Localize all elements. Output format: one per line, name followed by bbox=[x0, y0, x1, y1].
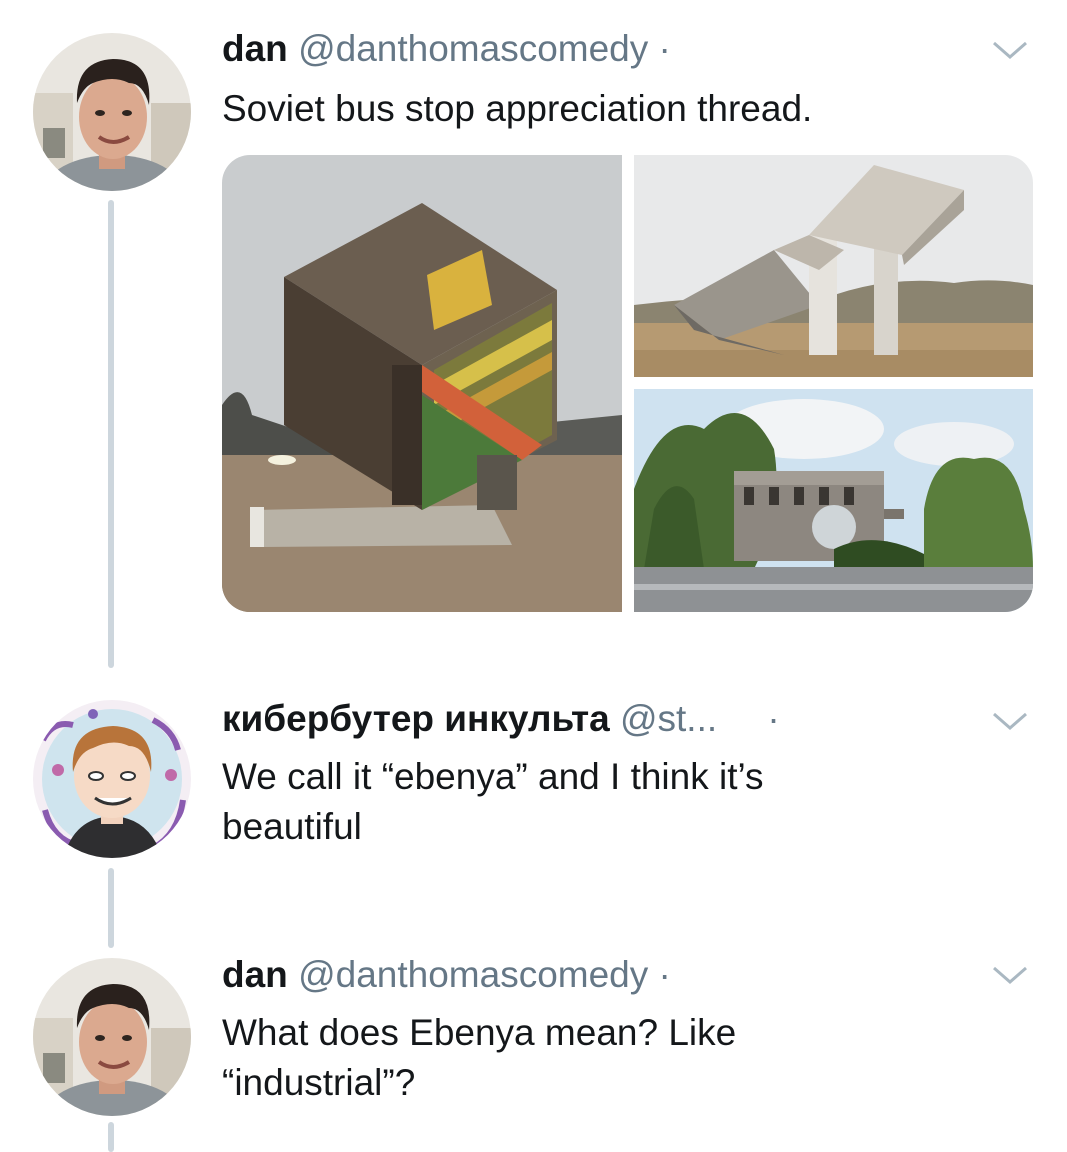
chevron-down-icon[interactable] bbox=[988, 37, 1032, 65]
tweet-header: dan @danthomascomedy · bbox=[222, 953, 671, 997]
user-handle[interactable]: @danthomascomedy bbox=[298, 954, 648, 995]
photo-wooden-bus-stop[interactable] bbox=[222, 155, 622, 612]
thread-line bbox=[108, 868, 114, 948]
display-name[interactable]: dan bbox=[222, 28, 288, 69]
separator-dot: · bbox=[658, 28, 671, 69]
media-grid bbox=[222, 155, 1033, 612]
tweet-header: кибербутер инкульта @st... · bbox=[222, 697, 780, 741]
thread-line bbox=[108, 1122, 114, 1152]
display-name[interactable]: dan bbox=[222, 954, 288, 995]
tweet-text: Soviet bus stop appreciation thread. bbox=[222, 88, 813, 129]
user-handle[interactable]: @danthomascomedy bbox=[298, 28, 648, 69]
chevron-down-icon[interactable] bbox=[988, 962, 1032, 990]
tweet-text: We call it “ebenya” and I think it’s bea… bbox=[222, 756, 764, 847]
separator-dot: · bbox=[767, 698, 780, 739]
avatar[interactable] bbox=[33, 700, 191, 858]
photo-brutalist-bus-stop[interactable] bbox=[634, 389, 1033, 612]
avatar[interactable] bbox=[33, 958, 191, 1116]
display-name[interactable]: кибербутер инкульта bbox=[222, 698, 610, 739]
user-handle[interactable]: @st... bbox=[620, 698, 717, 739]
chevron-down-icon[interactable] bbox=[988, 708, 1032, 736]
tweet-header: dan @danthomascomedy · bbox=[222, 27, 671, 71]
separator-dot: · bbox=[658, 954, 671, 995]
photo-concrete-bus-stop[interactable] bbox=[634, 155, 1033, 377]
avatar[interactable] bbox=[33, 33, 191, 191]
tweet-text: What does Ebenya mean? Like “industrial”… bbox=[222, 1012, 737, 1103]
thread-line bbox=[108, 200, 114, 668]
